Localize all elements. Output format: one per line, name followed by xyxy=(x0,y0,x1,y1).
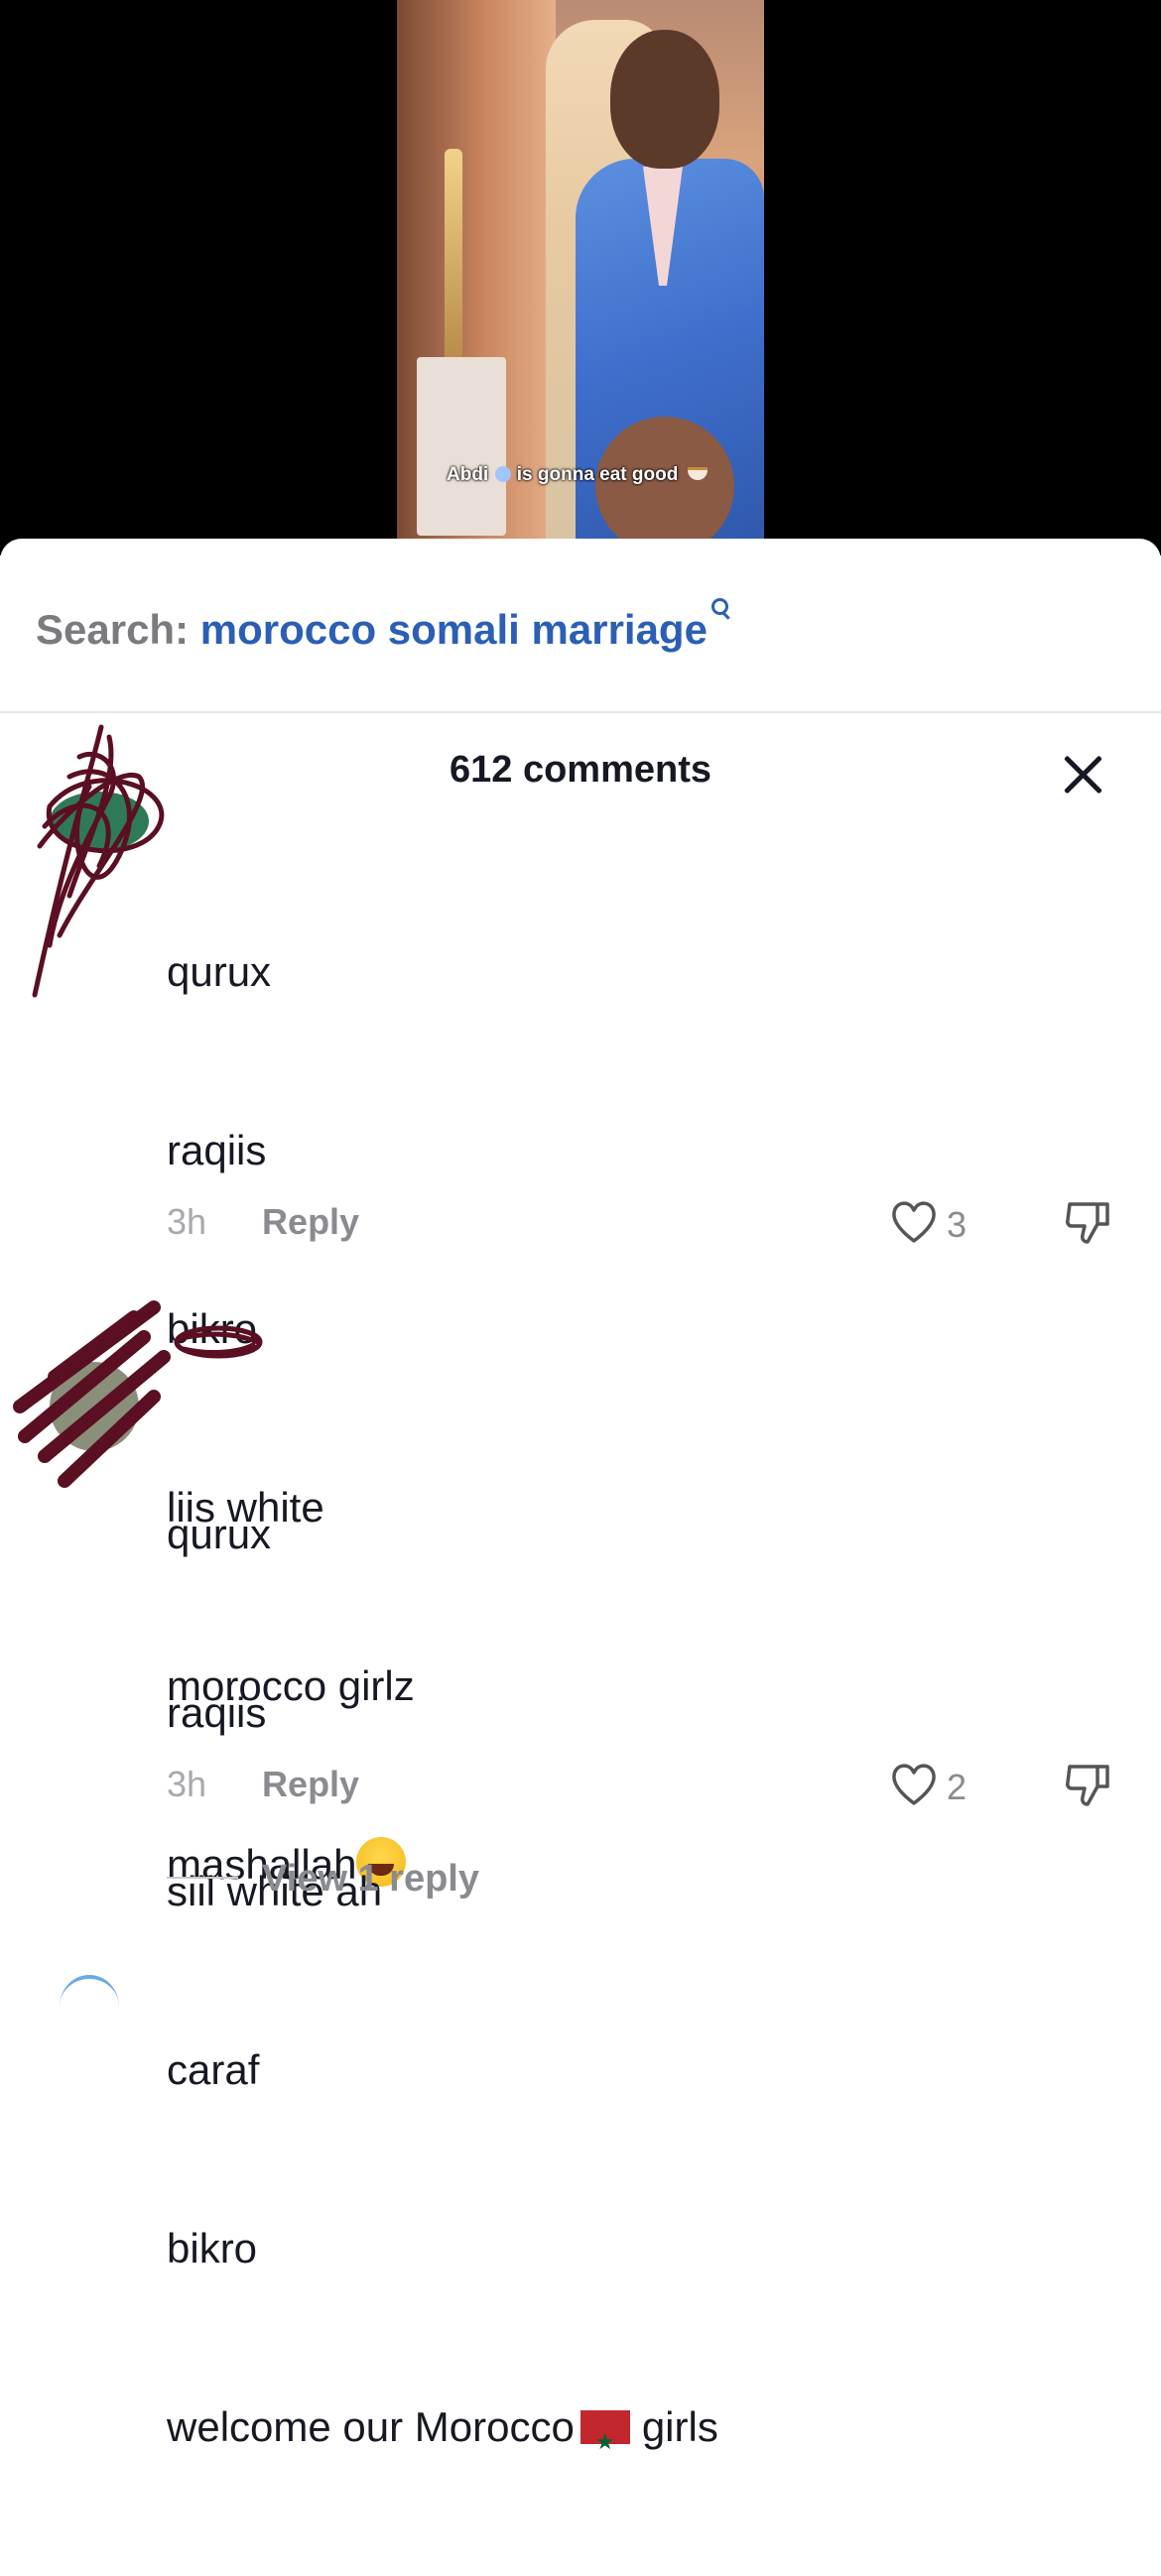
search-term-link[interactable]: morocco somali marriage xyxy=(200,606,708,653)
comment-line: bikro xyxy=(167,2225,258,2271)
caption-text-start: Abdi xyxy=(447,464,489,485)
comment-time: 3h xyxy=(167,1764,207,1804)
comment-line: welcome our Morocco girls xyxy=(167,2397,718,2472)
bowl-emoji-icon xyxy=(687,467,708,480)
comment-time: 3h xyxy=(167,1201,207,1242)
comment-line: qurux xyxy=(167,948,272,995)
heart-icon xyxy=(892,1201,936,1243)
like-button[interactable]: 2 xyxy=(889,1761,998,1812)
video-caption: Abdi is gonna eat good xyxy=(447,464,708,486)
comment-line-text: welcome our Morocco xyxy=(167,2403,575,2450)
like-button[interactable]: 3 xyxy=(889,1198,998,1250)
morocco-flag-icon xyxy=(580,2410,630,2472)
reply-button[interactable]: Reply xyxy=(262,1764,359,1804)
like-count: 3 xyxy=(947,1204,968,1245)
reply-thread-line xyxy=(167,1877,238,1879)
comment-line-text: girls xyxy=(641,2403,718,2450)
comment-line: caraf xyxy=(167,2046,260,2093)
reply-button[interactable]: Reply xyxy=(262,1201,359,1242)
dislike-button[interactable] xyxy=(1064,1198,1113,1250)
dislike-button[interactable] xyxy=(1064,1761,1113,1812)
heart-icon xyxy=(892,1764,936,1805)
comment-line: qurux xyxy=(167,1511,272,1557)
caption-text-end: is gonna eat good xyxy=(516,464,679,485)
cold-face-emoji-icon xyxy=(494,466,511,482)
view-replies-button[interactable]: View 1 reply xyxy=(167,1858,479,1901)
video-groom-head xyxy=(610,30,719,169)
comment-body: qurux raqiis siil white ah caraf bikro w… xyxy=(167,1386,718,2576)
search-icon xyxy=(710,598,731,618)
divider xyxy=(0,711,1161,713)
comments-sheet: Search: morocco somali marriage 612 comm… xyxy=(0,539,1161,2472)
comment-line: raqiis xyxy=(167,1689,267,1736)
thumbs-down-icon xyxy=(1066,1765,1109,1806)
comment-meta: 3h Reply xyxy=(167,1764,359,1805)
video-frame[interactable] xyxy=(397,0,764,541)
avatar[interactable] xyxy=(60,1975,119,2038)
video-table xyxy=(417,357,506,536)
search-suggestion[interactable]: Search: morocco somali marriage xyxy=(36,598,731,654)
thumbs-down-icon xyxy=(1066,1202,1109,1244)
video-lamp xyxy=(445,149,462,367)
comment-line: raqiis xyxy=(167,1127,267,1173)
comment-meta: 3h Reply xyxy=(167,1201,359,1243)
close-icon[interactable] xyxy=(1060,752,1105,797)
search-label: Search: xyxy=(36,606,200,653)
redacted-avatar-1 xyxy=(32,724,165,998)
view-replies-label: View 1 reply xyxy=(262,1858,479,1900)
like-count: 2 xyxy=(947,1767,968,1807)
video-player[interactable]: Abdi is gonna eat good xyxy=(0,0,1161,555)
